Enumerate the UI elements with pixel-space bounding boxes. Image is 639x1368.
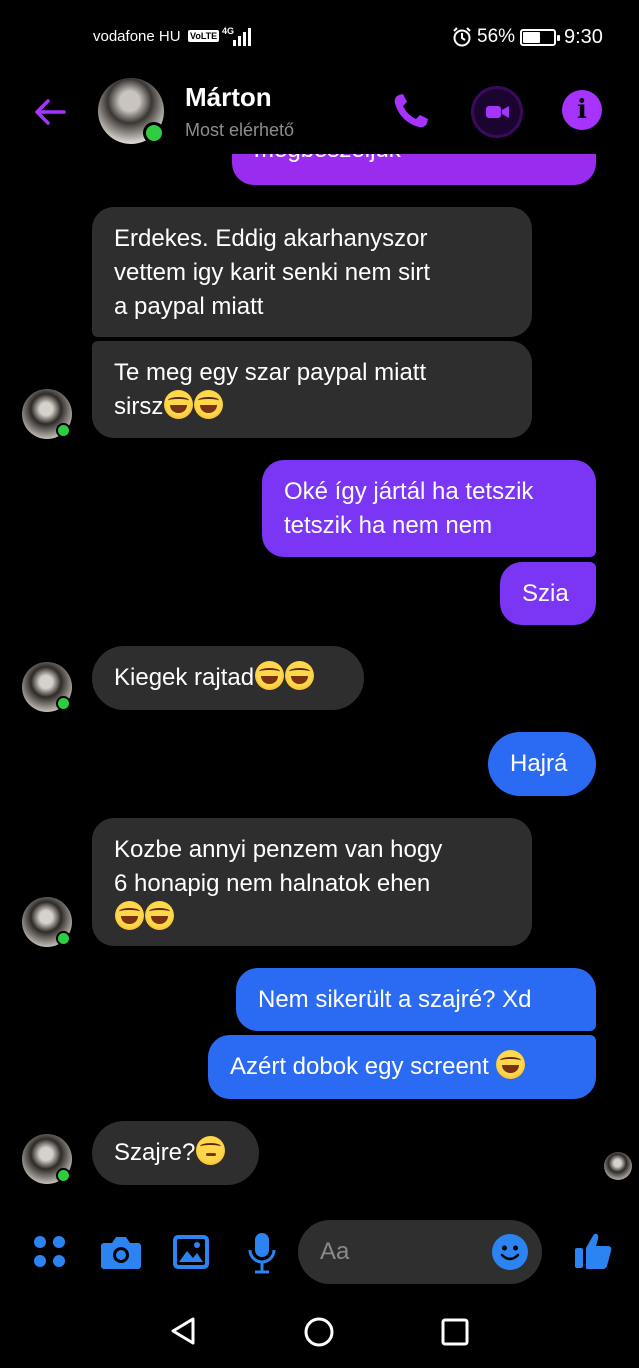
- tears-of-joy-emoji-icon: [285, 661, 315, 690]
- apps-menu-icon[interactable]: [32, 1234, 68, 1270]
- message-bubble-incoming[interactable]: Szajre?: [92, 1121, 259, 1185]
- tears-of-joy-emoji-icon: [255, 661, 285, 690]
- message-text: Te meg egy szar paypal miatt: [114, 359, 427, 386]
- online-indicator: [56, 931, 71, 946]
- message-text: Szia: [522, 580, 569, 607]
- message-bubble-incoming[interactable]: Te meg egy szar paypal miatt sirsz: [92, 341, 532, 438]
- input-placeholder: Aa: [320, 1238, 350, 1265]
- message-text: sirsz: [114, 393, 164, 420]
- alarm-icon: [453, 27, 471, 47]
- message-bubble-outgoing[interactable]: Hajrá: [488, 732, 596, 796]
- message-bubble-outgoing[interactable]: Oké így jártál ha tetszik tetszik ha nem…: [262, 460, 596, 557]
- tears-of-joy-emoji-icon: [164, 390, 194, 419]
- phone-call-icon[interactable]: [390, 90, 432, 132]
- signal-icon: [233, 28, 251, 46]
- message-text: tetszik ha nem nem: [284, 512, 493, 539]
- message-bubble-incoming[interactable]: Erdekes. Eddig akarhanyszor vettem igy k…: [92, 207, 532, 337]
- message-text: Hajrá: [510, 750, 568, 777]
- thinking-emoji-icon: [196, 1136, 226, 1165]
- message-text: Erdekes. Eddig akarhanyszor: [114, 225, 428, 252]
- message-bubble-incoming[interactable]: Kozbe annyi penzem van hogy 6 honapig ne…: [92, 818, 532, 946]
- contact-status: Most elérhető: [185, 120, 295, 140]
- microphone-icon[interactable]: [248, 1232, 276, 1274]
- message-input[interactable]: Aa: [298, 1220, 542, 1284]
- message-text: Oké így jártál ha tetszik: [284, 478, 534, 505]
- rolling-laughing-emoji-icon: [496, 1050, 526, 1079]
- nav-recents-icon[interactable]: [441, 1318, 469, 1346]
- chat-header: Márton Most elérhető i: [0, 72, 639, 154]
- camera-icon[interactable]: [100, 1234, 142, 1270]
- tears-of-joy-emoji-icon: [145, 901, 174, 930]
- online-indicator: [56, 423, 71, 438]
- message-text: Kiegek rajtad: [114, 664, 255, 691]
- message-bubble-incoming[interactable]: Kiegek rajtad: [92, 646, 364, 710]
- gallery-icon[interactable]: [172, 1234, 210, 1270]
- message-text: vettem igy karit senki nem sirt: [114, 259, 431, 286]
- message-composer: Aa: [0, 1212, 639, 1292]
- carrier-label: vodafone HU: [93, 28, 181, 45]
- volte-badge: VoLTE: [188, 30, 220, 42]
- info-icon[interactable]: i: [562, 90, 602, 130]
- message-text: a paypal miatt: [114, 293, 264, 320]
- message-bubble-outgoing[interactable]: Azért dobok egy screent: [208, 1035, 596, 1099]
- online-indicator: [143, 122, 165, 144]
- tears-of-joy-emoji-icon: [194, 390, 224, 419]
- message-bubble-outgoing[interactable]: Szia: [500, 562, 596, 625]
- thumbs-up-icon[interactable]: [572, 1230, 614, 1272]
- emoji-picker-icon[interactable]: [492, 1234, 528, 1270]
- message-list[interactable]: megbeszéljük Erdekes. Eddig akarhanyszor…: [0, 0, 639, 1368]
- clock: 9:30: [564, 26, 603, 48]
- message-text: Azért dobok egy screent: [230, 1053, 489, 1080]
- read-receipt-avatar: [604, 1152, 632, 1180]
- message-bubble-outgoing[interactable]: Nem sikerült a szajré? Xd: [236, 968, 596, 1031]
- tears-of-joy-emoji-icon: [115, 901, 144, 930]
- video-call-icon[interactable]: [471, 86, 523, 138]
- status-bar: vodafone HU VoLTE 4G 56% 9:30: [0, 0, 639, 72]
- message-text: Nem sikerült a szajré? Xd: [258, 986, 532, 1013]
- message-text: 6 honapig nem halnatok ehen: [114, 870, 431, 897]
- message-text: Szajre?: [114, 1139, 196, 1166]
- battery-percent: 56%: [477, 26, 516, 47]
- nav-home-icon[interactable]: [303, 1316, 335, 1348]
- contact-name[interactable]: Márton: [185, 82, 272, 113]
- online-indicator: [56, 696, 71, 711]
- battery-icon: [520, 29, 560, 46]
- online-indicator: [56, 1168, 71, 1183]
- nav-back-icon[interactable]: [170, 1316, 196, 1346]
- system-nav-bar: [0, 1292, 639, 1368]
- back-arrow-icon[interactable]: [30, 92, 70, 132]
- message-text: Kozbe annyi penzem van hogy: [114, 836, 443, 863]
